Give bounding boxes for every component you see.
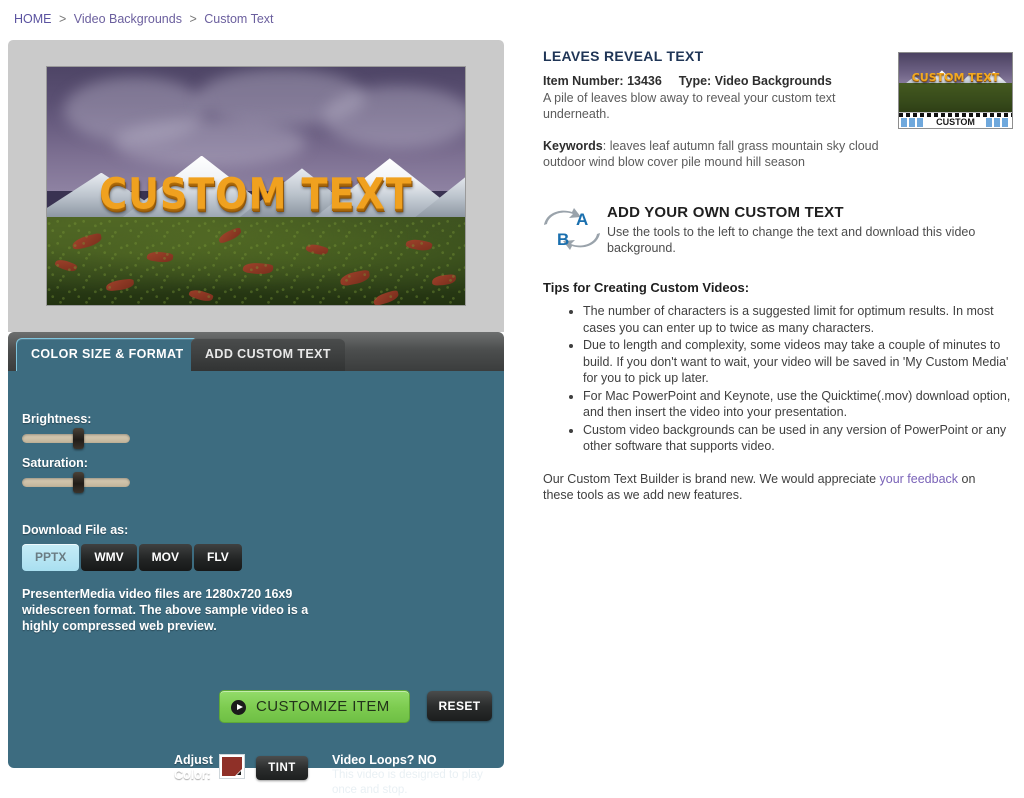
saturation-label: Saturation:: [22, 456, 88, 470]
tab-bar: COLOR SIZE & FORMAT ADD CUSTOM TEXT: [8, 332, 504, 372]
promo-heading: ADD YOUR OWN CUSTOM TEXT: [607, 204, 844, 221]
keywords-label: Keywords: [543, 139, 603, 153]
tips-list-item: For Mac PowerPoint and Keynote, use the …: [583, 388, 1013, 421]
item-details-panel: LEAVES REVEAL TEXT Item Number: 13436 Ty…: [543, 48, 1013, 503]
video-loops-question: Video Loops?: [332, 753, 418, 767]
format-option-wmv[interactable]: WMV: [81, 544, 137, 571]
ab-swap-icon: A B: [543, 206, 601, 252]
format-option-flv[interactable]: FLV: [194, 544, 242, 571]
custom-text-promo: A B ADD YOUR OWN CUSTOM TEXT Use the too…: [543, 204, 1013, 264]
download-format-group: PPTX WMV MOV FLV: [22, 544, 242, 571]
preview-ground: [47, 216, 465, 305]
video-loops-description: This video is designed to play once and …: [332, 769, 483, 796]
tips-list-item: The number of characters is a suggested …: [583, 303, 1013, 336]
tab-color-size-format[interactable]: COLOR SIZE & FORMAT: [16, 338, 199, 372]
item-number-value: 13436: [627, 74, 662, 88]
video-loops-answer: NO: [417, 753, 437, 767]
format-note: PresenterMedia video files are 1280x720 …: [22, 587, 309, 633]
format-option-pptx[interactable]: PPTX: [22, 544, 80, 571]
preview-cloud: [322, 86, 465, 148]
breadcrumb-separator-1: >: [58, 12, 67, 26]
brightness-label: Brightness:: [22, 412, 92, 426]
reset-button[interactable]: RESET: [427, 691, 492, 721]
customize-item-button[interactable]: CUSTOMIZE ITEM: [219, 690, 410, 723]
video-preview[interactable]: CUSTOM TEXT: [46, 66, 466, 306]
tips-list: The number of characters is a suggested …: [543, 303, 1013, 455]
download-file-as-label: Download File as:: [22, 523, 129, 537]
svg-text:A: A: [576, 210, 588, 229]
tips-title: Tips for Creating Custom Videos:: [543, 280, 750, 295]
feedback-link[interactable]: your feedback: [880, 472, 959, 486]
item-number-label: Item Number:: [543, 74, 624, 88]
breadcrumb: HOME > Video Backgrounds > Custom Text: [14, 12, 274, 26]
saturation-slider-handle[interactable]: [73, 472, 84, 493]
adjust-color-label: Adjust Color:: [174, 753, 213, 783]
video-loops-title: Video Loops? NO: [332, 753, 492, 767]
format-option-mov[interactable]: MOV: [138, 544, 193, 571]
adjust-color-line2: Color:: [174, 768, 211, 782]
video-loops-info: Video Loops? NO This video is designed t…: [332, 753, 492, 798]
item-keywords: Keywords: leaves leaf autumn fall grass …: [543, 138, 888, 170]
tips-list-item: Custom video backgrounds can be used in …: [583, 422, 1013, 455]
tips-list-item: Due to length and complexity, some video…: [583, 337, 1013, 387]
thumbnail-film-strip: CUSTOM: [899, 112, 1012, 128]
adjust-color-line1: Adjust: [174, 753, 213, 767]
breadcrumb-link-video-backgrounds[interactable]: Video Backgrounds: [74, 12, 182, 26]
customize-item-label: CUSTOMIZE ITEM: [256, 698, 390, 715]
play-icon: [231, 700, 246, 715]
svg-text:B: B: [557, 230, 569, 249]
thumbnail-caption: CUSTOM: [936, 117, 975, 127]
saturation-slider[interactable]: [22, 472, 130, 493]
breadcrumb-link-custom-text[interactable]: Custom Text: [204, 12, 273, 26]
promo-description: Use the tools to the left to change the …: [607, 225, 976, 255]
breadcrumb-separator-2: >: [189, 12, 197, 26]
brightness-slider-handle[interactable]: [73, 428, 84, 449]
item-type-value: Video Backgrounds: [714, 74, 832, 88]
controls-panel: Brightness: Saturation: Adjust Color: TI…: [8, 371, 504, 796]
color-swatch-fill: [222, 757, 242, 776]
color-swatch-picker[interactable]: [219, 754, 245, 779]
brightness-slider[interactable]: [22, 428, 130, 449]
customizer-panel: CUSTOM TEXT COLOR SIZE & FORMAT ADD CUST…: [8, 40, 504, 796]
item-description: A pile of leaves blow away to reveal you…: [543, 91, 836, 121]
tab-add-custom-text[interactable]: ADD CUSTOM TEXT: [191, 338, 345, 372]
thumbnail-custom-text: CUSTOM TEXT: [911, 71, 1000, 84]
breadcrumb-link-home[interactable]: HOME: [14, 12, 52, 26]
item-type-label: Type:: [678, 74, 712, 88]
video-preview-container: CUSTOM TEXT: [8, 40, 504, 332]
item-thumbnail[interactable]: CUSTOM TEXT CUSTOM: [898, 52, 1013, 129]
closing-text-part1: Our Custom Text Builder is brand new. We…: [543, 471, 880, 486]
preview-custom-text: CUSTOM TEXT: [99, 169, 413, 219]
tint-button[interactable]: TINT: [256, 756, 308, 780]
closing-note: Our Custom Text Builder is brand new. We…: [543, 471, 1009, 503]
